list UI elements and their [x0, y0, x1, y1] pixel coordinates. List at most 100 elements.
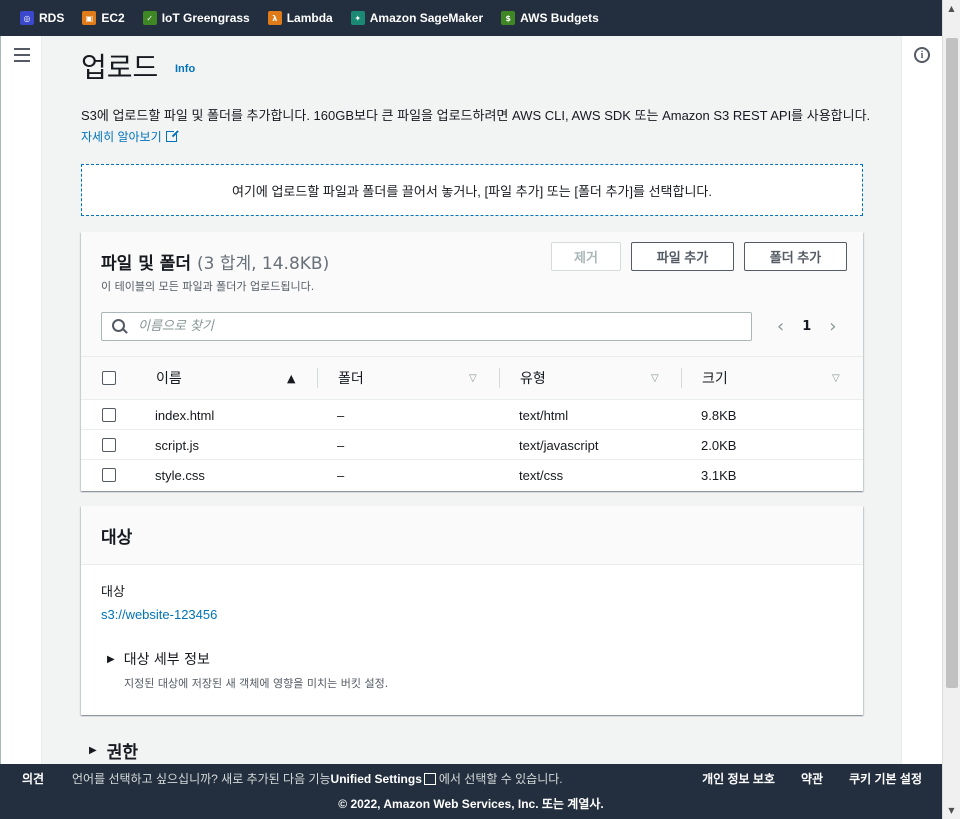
search-box	[101, 312, 752, 341]
column-type[interactable]: 유형	[520, 357, 546, 399]
copyright: © 2022, Amazon Web Services, Inc. 또는 계열사…	[338, 797, 604, 811]
cell-name: index.html	[155, 407, 215, 423]
select-all-checkbox[interactable]	[102, 371, 116, 385]
service-sagemaker[interactable]: ✦ Amazon SageMaker	[350, 11, 484, 25]
row-checkbox[interactable]	[102, 468, 116, 482]
permissions-title: 권한	[106, 743, 138, 763]
destination-label: 대상	[101, 585, 125, 600]
service-ec2[interactable]: ▣ EC2	[82, 11, 125, 25]
chevron-left-icon[interactable]: ‹	[771, 316, 790, 337]
column-size[interactable]: 크기	[702, 357, 728, 399]
destination-panel: 대상 대상 s3://website-123456 ▶ 대상 세부 정보 지정된…	[81, 506, 863, 715]
add-files-button[interactable]: 파일 추가	[631, 242, 734, 271]
service-label: AWS Budgets	[520, 11, 599, 25]
sort-ascending-icon[interactable]: ▲	[287, 357, 295, 399]
search-icon	[112, 318, 128, 335]
search-input[interactable]	[138, 319, 718, 334]
destination-details-title: 대상 세부 정보	[123, 652, 210, 668]
tools-rail: i	[901, 36, 942, 764]
drop-zone-text: 여기에 업로드할 파일과 폴더를 끌어서 놓거나, [파일 추가] 또는 [폴더…	[231, 183, 712, 199]
cell-size: 2.0KB	[701, 437, 737, 453]
files-folders-panel: 파일 및 폴더 (3 합계, 14.8KB) 이 테이블의 모든 파일과 폴더가…	[81, 232, 863, 491]
files-title-text: 파일 및 폴더	[101, 254, 192, 274]
main-content: 업로드 Info S3에 업로드할 파일 및 폴더를 추가합니다. 160GB보…	[43, 36, 901, 764]
cell-name: script.js	[155, 437, 200, 453]
service-rds[interactable]: ◎ RDS	[20, 11, 64, 25]
files-title: 파일 및 폴더 (3 합계, 14.8KB)	[101, 249, 329, 274]
destination-title: 대상	[101, 528, 133, 548]
add-folder-button[interactable]: 폴더 추가	[744, 242, 847, 271]
destination-details-description: 지정된 대상에 저장된 새 객체에 영향을 미치는 버킷 설정.	[124, 677, 389, 690]
privacy-link[interactable]: 개인 정보 보호	[702, 770, 775, 787]
files-count: (3 합계, 14.8KB)	[196, 254, 330, 274]
info-icon[interactable]: i	[914, 47, 930, 63]
scroll-thumb[interactable]	[946, 38, 958, 688]
row-checkbox[interactable]	[102, 408, 116, 422]
destination-header: 대상	[81, 506, 863, 565]
page-description: S3에 업로드할 파일 및 폴더를 추가합니다. 160GB보다 큰 파일을 업…	[81, 105, 871, 148]
language-notice-suffix: 에서 선택할 수 있습니다.	[438, 772, 563, 786]
table-row[interactable]: style.css – text/css 3.1KB	[81, 460, 863, 490]
service-budgets[interactable]: $ AWS Budgets	[501, 11, 599, 25]
footer-links: 개인 정보 보호 약관 쿠키 기본 설정	[676, 770, 922, 787]
menu-icon[interactable]	[14, 48, 30, 62]
cell-type: text/html	[519, 407, 569, 423]
destination-details-expander[interactable]: ▶ 대상 세부 정보	[107, 649, 210, 669]
rds-icon: ◎	[20, 11, 34, 25]
cell-folder: –	[337, 467, 345, 483]
cookie-preferences-link[interactable]: 쿠키 기본 설정	[849, 770, 922, 787]
column-divider	[499, 368, 500, 388]
table-row[interactable]: index.html – text/html 9.8KB	[81, 400, 863, 430]
table-row[interactable]: script.js – text/javascript 2.0KB	[81, 430, 863, 460]
unified-settings-link[interactable]: Unified Settings	[331, 772, 422, 786]
chevron-right-icon[interactable]: ›	[823, 316, 842, 337]
service-label: EC2	[101, 11, 125, 25]
language-notice-prefix: 언어를 선택하고 싶으십니까? 새로 추가된 다음 기능	[72, 772, 331, 786]
cell-name: style.css	[155, 467, 205, 483]
language-notice: 언어를 선택하고 싶으십니까? 새로 추가된 다음 기능 Unified Sett…	[72, 770, 563, 787]
service-label: Lambda	[286, 11, 333, 25]
sort-icon[interactable]: ▽	[651, 357, 659, 399]
cell-folder: –	[337, 437, 345, 453]
row-checkbox[interactable]	[102, 438, 116, 452]
drop-zone[interactable]: 여기에 업로드할 파일과 폴더를 끌어서 놓거나, [파일 추가] 또는 [폴더…	[81, 164, 863, 216]
feedback-link[interactable]: 의견	[22, 770, 44, 787]
vertical-scrollbar[interactable]: ▲ ▼	[942, 0, 960, 819]
scroll-down-icon[interactable]: ▼	[943, 802, 960, 819]
remove-button[interactable]: 제거	[551, 242, 621, 271]
column-folder[interactable]: 폴더	[338, 357, 364, 399]
learn-more-label: 자세히 알아보기	[81, 130, 162, 144]
service-iot-greengrass[interactable]: ✓ IoT Greengrass	[142, 11, 250, 25]
caret-right-icon: ▶	[107, 653, 115, 665]
permissions-expander[interactable]: ▶ 권한	[89, 738, 138, 763]
column-divider	[681, 368, 682, 388]
sagemaker-icon: ✦	[350, 11, 365, 25]
terms-link[interactable]: 약관	[801, 770, 823, 787]
external-link-icon	[165, 129, 179, 142]
files-table: 이름 ▲ 폴더 ▽ 유형 ▽ 크기 ▽ index.html – text/ht…	[81, 356, 863, 490]
sort-icon[interactable]: ▽	[832, 357, 840, 399]
column-divider	[317, 368, 318, 388]
ec2-icon: ▣	[82, 11, 97, 25]
sort-icon[interactable]: ▽	[469, 357, 477, 399]
table-header: 이름 ▲ 폴더 ▽ 유형 ▽ 크기 ▽	[81, 356, 863, 400]
iot-greengrass-icon: ✓	[142, 11, 157, 25]
cell-type: text/css	[519, 467, 564, 483]
page-title: 업로드	[81, 51, 159, 84]
lambda-icon: λ	[267, 11, 282, 25]
footer: 의견 언어를 선택하고 싶으십니까? 새로 추가된 다음 기능 Unified S…	[0, 764, 942, 819]
cell-size: 3.1KB	[701, 467, 737, 483]
cell-type: text/javascript	[519, 437, 599, 453]
service-shortcut-bar: ◎ RDS ▣ EC2 ✓ IoT Greengrass λ Lambda ✦ …	[0, 0, 942, 36]
destination-bucket-link[interactable]: s3://website-123456	[101, 607, 217, 622]
service-label: Amazon SageMaker	[369, 11, 484, 25]
scroll-up-icon[interactable]: ▲	[943, 0, 960, 17]
page-number[interactable]: 1	[790, 319, 823, 334]
external-link-icon	[423, 772, 436, 785]
service-lambda[interactable]: λ Lambda	[267, 11, 333, 25]
description-text: S3에 업로드할 파일 및 폴더를 추가합니다. 160GB보다 큰 파일을 업…	[81, 108, 871, 123]
info-link[interactable]: Info	[175, 63, 195, 75]
column-name[interactable]: 이름	[156, 357, 182, 399]
learn-more-link[interactable]: 자세히 알아보기	[81, 129, 179, 144]
files-panel-header: 파일 및 폴더 (3 합계, 14.8KB) 이 테이블의 모든 파일과 폴더가…	[81, 232, 863, 356]
